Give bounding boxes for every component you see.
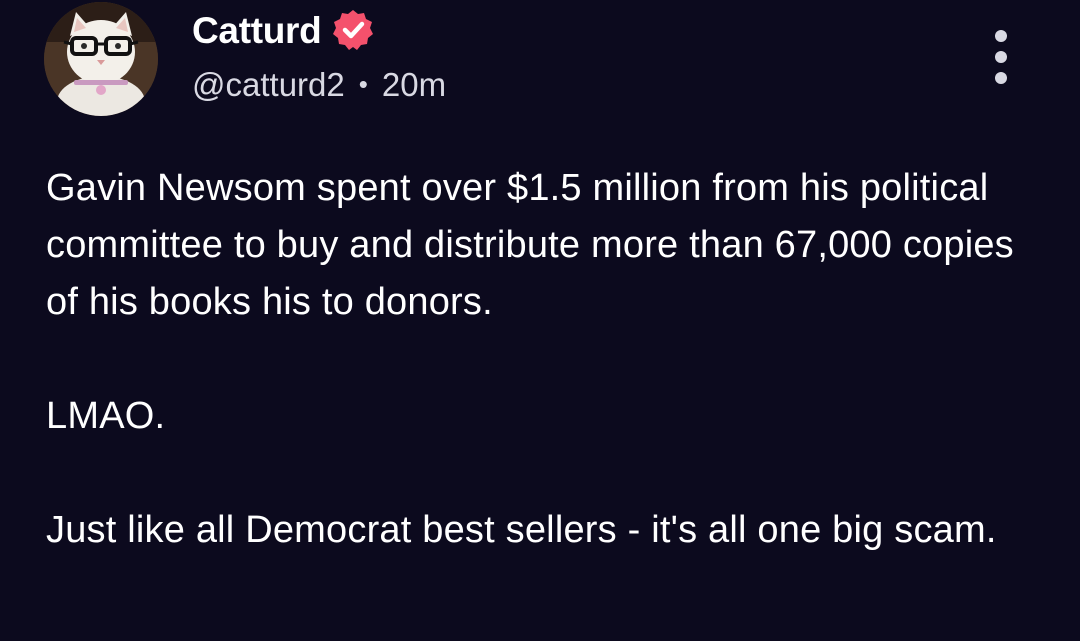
- more-options-button[interactable]: [985, 30, 1017, 84]
- post-meta: @catturd2 • 20m: [192, 62, 446, 106]
- cat-avatar-image: [44, 2, 158, 116]
- post-paragraph: LMAO.: [46, 395, 166, 437]
- display-name[interactable]: Catturd: [192, 12, 322, 49]
- avatar[interactable]: [44, 2, 158, 116]
- verified-badge-icon: [331, 8, 375, 52]
- post-card: Catturd @catturd2 • 20m Gavin Newsom spe…: [0, 0, 1080, 641]
- post-timestamp[interactable]: 20m: [382, 68, 446, 101]
- post-paragraph: Gavin Newsom spent over $1.5 million fro…: [46, 167, 1014, 323]
- meta-separator: •: [358, 69, 368, 99]
- more-vertical-icon-dot: [995, 30, 1007, 42]
- more-vertical-icon-dot: [995, 51, 1007, 63]
- post-paragraph: Just like all Democrat best sellers - it…: [46, 509, 997, 551]
- author-row: Catturd: [192, 4, 375, 56]
- more-vertical-icon-dot: [995, 72, 1007, 84]
- author-handle[interactable]: @catturd2: [192, 68, 345, 101]
- post-body: Gavin Newsom spent over $1.5 million fro…: [46, 160, 1046, 559]
